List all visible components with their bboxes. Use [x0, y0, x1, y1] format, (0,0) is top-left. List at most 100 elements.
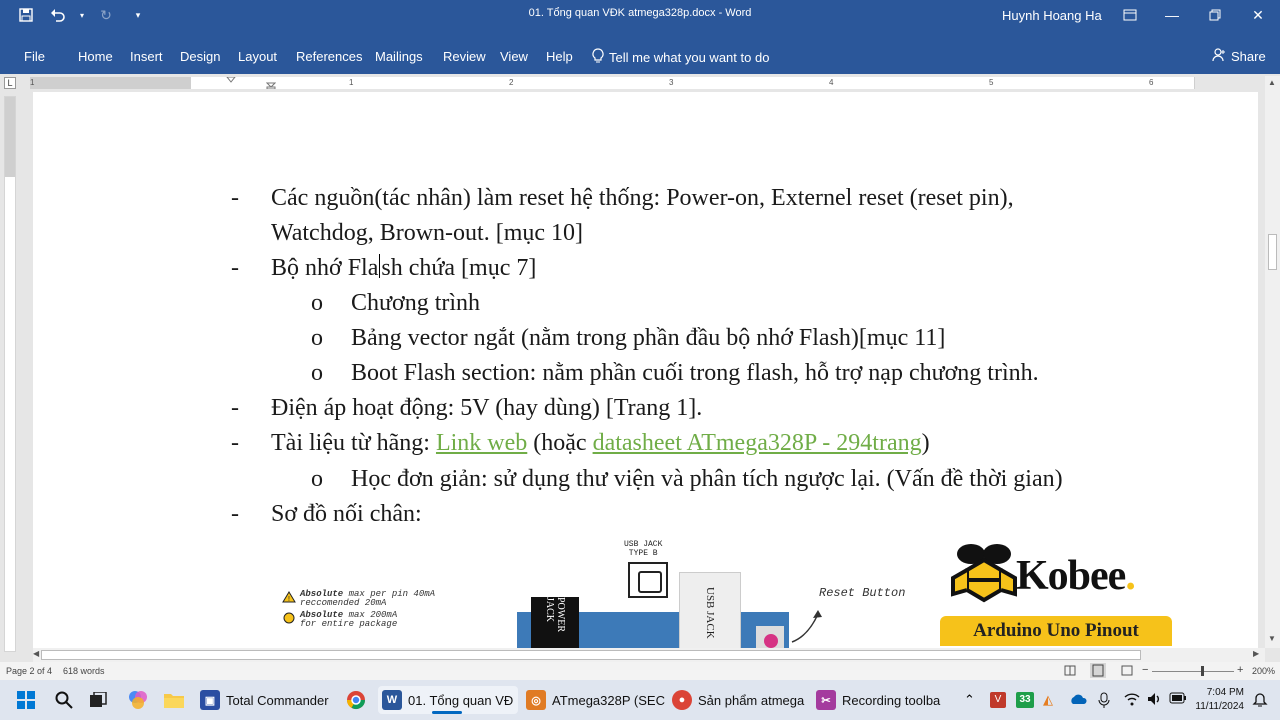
tab-review[interactable]: Review [443, 49, 486, 64]
svg-text:!: ! [288, 596, 290, 603]
horizontal-ruler[interactable]: 1 1 2 3 4 5 6 [30, 77, 1195, 89]
document-page[interactable]: - Các nguồn(tác nhân) làm reset hệ thống… [33, 92, 1258, 648]
kobee-brand: Kobee. [1016, 552, 1136, 600]
battery-icon[interactable] [1169, 692, 1187, 704]
tab-insert[interactable]: Insert [130, 49, 163, 64]
user-name[interactable]: Huynh Hoang Ha [1002, 8, 1102, 23]
pinout-image[interactable]: ! Absolute max per pin 40mA reccomended … [192, 534, 1192, 648]
indent-marker-icon[interactable] [266, 77, 276, 89]
tray-chevron-icon[interactable]: ⌃ [964, 692, 975, 708]
paragraph: Bảng vector ngắt (nằm trong phần đầu bộ … [351, 325, 946, 351]
print-layout-icon[interactable] [1090, 663, 1106, 678]
word-icon: W [382, 690, 402, 710]
wifi-icon[interactable] [1124, 692, 1140, 706]
vertical-ruler[interactable] [4, 96, 16, 652]
tab-help[interactable]: Help [546, 49, 573, 64]
word-count[interactable]: 618 words [63, 666, 105, 676]
search-icon[interactable] [52, 688, 76, 712]
taskbar-app-pdf[interactable]: ◎ ATmega328P (SEC [526, 686, 665, 714]
zoom-slider-track[interactable] [1152, 671, 1234, 672]
tray-orange-icon[interactable]: ◭ [1043, 692, 1053, 708]
paragraph: Sơ đồ nối chân: [271, 501, 422, 527]
bullet-circle: o [311, 325, 323, 351]
read-mode-icon[interactable] [1064, 665, 1076, 676]
tab-mailings[interactable]: Mailings [375, 49, 423, 64]
active-app-indicator [432, 711, 462, 714]
text-run: (hoặc [527, 430, 593, 456]
scroll-right-icon[interactable]: ▶ [1253, 649, 1259, 658]
chrome-icon[interactable] [344, 688, 368, 712]
taskbar-app-label: Total Commander [226, 692, 329, 708]
taskbar-app-chrome[interactable]: ● Sản phẩm atmega [672, 686, 804, 714]
tell-me-box[interactable]: Tell me what you want to do [592, 48, 769, 66]
note-text: for entire package [300, 619, 398, 629]
tray-badge-icon[interactable]: 33 [1016, 692, 1034, 708]
power-jack: POWER JACK [531, 597, 579, 648]
reset-button-graphic [756, 626, 784, 648]
microphone-icon[interactable] [1098, 692, 1110, 708]
tab-file[interactable]: File [24, 49, 45, 64]
arrow-icon [791, 610, 822, 643]
copilot-icon[interactable] [126, 688, 150, 712]
bullet-dash: - [231, 185, 239, 211]
taskbar-app-word[interactable]: W 01. Tổng quan VĐ [378, 686, 518, 714]
close-icon[interactable]: ✕ [1236, 0, 1280, 30]
horizontal-scrollbar[interactable]: ◀ ▶ [33, 648, 1265, 662]
page-count[interactable]: Page 2 of 4 [6, 666, 52, 676]
bullet-dash: - [231, 430, 239, 456]
tab-view[interactable]: View [500, 49, 528, 64]
share-button[interactable]: Share [1212, 48, 1266, 65]
tray-app-icon[interactable]: V [990, 692, 1006, 708]
brand-text: Kobee [1016, 553, 1126, 599]
reset-button-label: Reset Button [819, 586, 906, 600]
scroll-left-icon[interactable]: ◀ [33, 649, 39, 658]
ribbon-display-options-icon[interactable] [1108, 0, 1152, 30]
taskbar: ▣ Total Commander W 01. Tổng quan VĐ ◎ A… [0, 680, 1280, 720]
tab-home[interactable]: Home [78, 49, 113, 64]
link-web[interactable]: Link web [436, 430, 527, 456]
horizontal-ruler-row: L 1 1 2 3 4 5 6 [0, 74, 1280, 92]
web-layout-icon[interactable] [1121, 665, 1133, 676]
system-clock[interactable]: 7:04 PM 11/11/2024 [1192, 686, 1244, 714]
paragraph: Tài liệu từ hãng: Link web (hoặc datashe… [271, 426, 930, 461]
zoom-slider-thumb[interactable] [1201, 666, 1204, 676]
first-line-indent-icon[interactable] [226, 77, 236, 83]
notifications-icon[interactable] [1252, 692, 1268, 708]
usb-b-icon [628, 562, 668, 598]
recording-icon: ✂ [816, 690, 836, 710]
vertical-scrollbar[interactable]: ▲ ▼ [1265, 76, 1280, 648]
onedrive-icon[interactable] [1069, 692, 1087, 706]
taskbar-app-recording[interactable]: ✂ Recording toolba [816, 686, 940, 714]
task-view-icon[interactable] [86, 688, 110, 712]
pdf-viewer-icon: ◎ [526, 690, 546, 710]
brand-dot: . [1125, 553, 1135, 599]
word-window: ▾ ↻ ▾ 01. Tổng quan VĐK atmega328p.docx … [0, 0, 1280, 720]
restore-icon[interactable] [1193, 0, 1237, 30]
zoom-in-button[interactable]: + [1237, 664, 1243, 676]
scroll-down-icon[interactable]: ▼ [1268, 634, 1276, 643]
ruler-number: 5 [989, 78, 994, 87]
tab-references[interactable]: References [296, 49, 362, 64]
scroll-up-icon[interactable]: ▲ [1268, 78, 1276, 87]
tab-design[interactable]: Design [180, 49, 220, 64]
tab-layout[interactable]: Layout [238, 49, 277, 64]
note-text: reccomended 20mA [300, 598, 387, 608]
bullet-dash: - [231, 255, 239, 281]
tab-selector[interactable]: L [4, 77, 16, 89]
horizontal-scroll-thumb[interactable] [41, 650, 1141, 660]
link-datasheet[interactable]: datasheet ATmega328P - 294trang [593, 430, 922, 456]
vertical-scroll-thumb[interactable] [1268, 234, 1277, 270]
file-explorer-icon[interactable] [162, 688, 186, 712]
volume-icon[interactable] [1147, 692, 1163, 706]
ruler-number: 3 [669, 78, 674, 87]
minimize-icon[interactable]: — [1150, 0, 1194, 30]
usb-jack: USB JACK [679, 572, 741, 648]
ruler-number: 2 [509, 78, 514, 87]
windows-start-icon[interactable] [14, 688, 38, 712]
taskbar-app-total-commander[interactable]: ▣ Total Commander [200, 686, 329, 714]
text-run: Bộ nhớ Fla [271, 255, 379, 281]
zoom-out-button[interactable]: − [1142, 664, 1148, 676]
text-run: sh chứa [mục 7] [381, 255, 537, 281]
person-icon [1212, 48, 1226, 65]
zoom-level[interactable]: 200% [1252, 666, 1275, 676]
